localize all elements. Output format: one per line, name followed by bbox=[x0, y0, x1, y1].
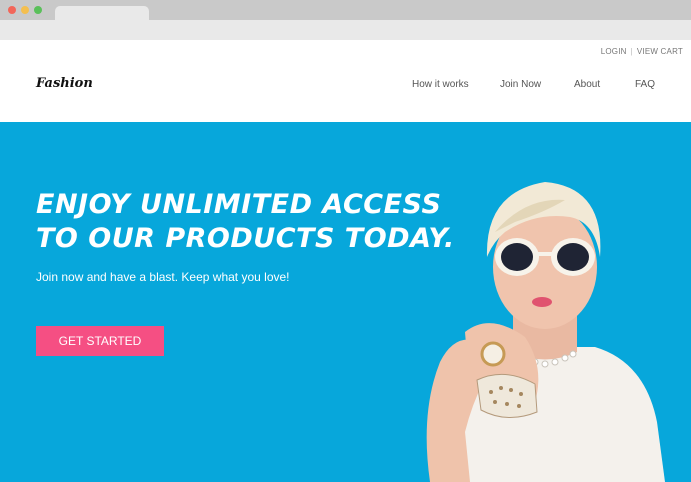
model-photo bbox=[426, 182, 665, 482]
browser-chrome bbox=[0, 0, 691, 40]
minimize-window-icon[interactable] bbox=[21, 6, 29, 14]
get-started-button[interactable]: GET STARTED bbox=[36, 326, 164, 356]
site-logo[interactable]: Fashion bbox=[36, 76, 93, 91]
address-bar bbox=[0, 20, 691, 40]
close-window-icon[interactable] bbox=[8, 6, 16, 14]
account-links: LOGIN | VIEW CART bbox=[601, 47, 683, 56]
browser-tab[interactable] bbox=[55, 6, 149, 20]
web-page: LOGIN | VIEW CART Fashion How it works Joi… bbox=[0, 40, 691, 482]
topbar-separator: | bbox=[630, 47, 633, 56]
view-cart-link[interactable]: VIEW CART bbox=[637, 47, 683, 56]
hero-section: ENJOY UNLIMITED ACCESS TO OUR PRODUCTS T… bbox=[0, 122, 691, 482]
nav-faq[interactable]: FAQ bbox=[635, 79, 655, 90]
nav-join-now[interactable]: Join Now bbox=[500, 79, 541, 90]
login-link[interactable]: LOGIN bbox=[601, 47, 627, 56]
hero-subheadline: Join now and have a blast. Keep what you… bbox=[36, 270, 290, 284]
browser-window: LOGIN | VIEW CART Fashion How it works Joi… bbox=[0, 0, 691, 482]
maximize-window-icon[interactable] bbox=[34, 6, 42, 14]
nav-how-it-works[interactable]: How it works bbox=[412, 79, 469, 90]
nav-about[interactable]: About bbox=[574, 79, 600, 90]
